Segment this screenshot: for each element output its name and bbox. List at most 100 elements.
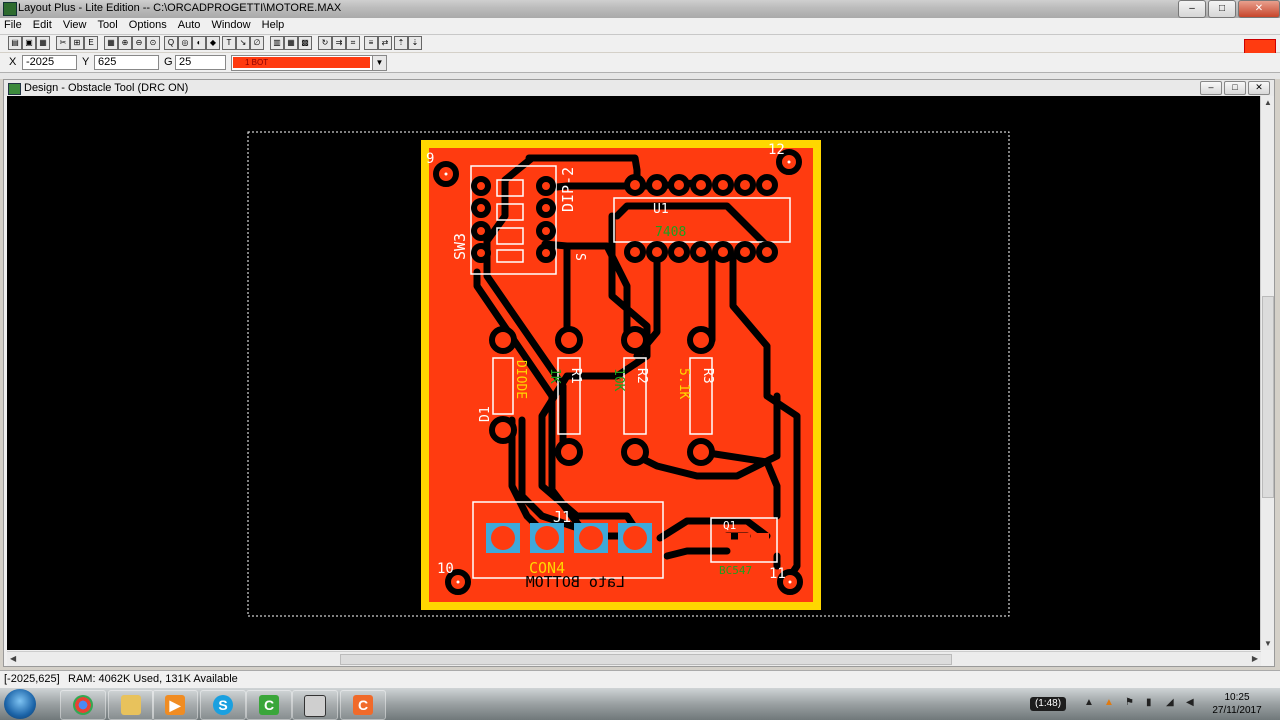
- design-window-title: Design - Obstacle Tool (DRC ON): [24, 82, 189, 94]
- toolbar-tool-10-icon[interactable]: ⊙: [146, 36, 160, 50]
- app-icon: [3, 2, 17, 16]
- horizontal-scrollbar[interactable]: ◀ ▶: [7, 651, 1261, 666]
- menu-view[interactable]: View: [59, 18, 91, 32]
- g-label: G: [164, 56, 173, 68]
- toolbar-tool-8-icon[interactable]: ⊕: [118, 36, 132, 50]
- child-close-button[interactable]: ✕: [1248, 81, 1270, 95]
- toolbar-tool-4-icon[interactable]: ✂: [56, 36, 70, 50]
- orcad-layout-icon[interactable]: [292, 690, 338, 720]
- dip-label: DIP-2: [559, 167, 577, 212]
- chevron-down-icon[interactable]: ▼: [372, 56, 386, 70]
- network-icon[interactable]: ◢: [1166, 698, 1176, 708]
- camtasia-icon[interactable]: C: [246, 690, 292, 720]
- scroll-right-icon[interactable]: ▶: [1252, 654, 1258, 663]
- toolbar-tool-12-icon[interactable]: ◎: [178, 36, 192, 50]
- status-bar: [-2025,625] RAM: 4062K Used, 131K Availa…: [0, 670, 1280, 688]
- minimize-button[interactable]: –: [1178, 0, 1206, 18]
- menu-edit[interactable]: Edit: [29, 18, 56, 32]
- close-button[interactable]: ✕: [1238, 0, 1280, 18]
- toolbar-tool-19-icon[interactable]: ▦: [284, 36, 298, 50]
- maximize-button[interactable]: □: [1208, 0, 1236, 18]
- x-label: X: [9, 56, 17, 68]
- window-title: Layout Plus - Lite Edition -- C:\ORCADPR…: [18, 2, 342, 14]
- toolbar-tool-2-icon[interactable]: ▣: [22, 36, 36, 50]
- pcb-canvas[interactable]: 9 12 10 11 U1 J1 Q1 DIP-2 SW3 S R1 R2 R3…: [7, 96, 1261, 650]
- menu-auto[interactable]: Auto: [174, 18, 205, 32]
- toolbar-tool-23-icon[interactable]: ⌗: [346, 36, 360, 50]
- q1-label: Q1: [723, 519, 736, 532]
- toolbar-tool-21-icon[interactable]: ↻: [318, 36, 332, 50]
- menu-tool[interactable]: Tool: [94, 18, 122, 32]
- menu-bar: File Edit View Tool Options Auto Window …: [0, 18, 1280, 35]
- toolbar-tool-26-icon[interactable]: ⇡: [394, 36, 408, 50]
- window-controls: – □ ✕: [1176, 0, 1280, 18]
- volume-icon[interactable]: ◀: [1186, 698, 1196, 708]
- toolbar-tool-7-icon[interactable]: ▦: [104, 36, 118, 50]
- toolbar-tool-5-icon[interactable]: ⊞: [70, 36, 84, 50]
- menu-options[interactable]: Options: [125, 18, 171, 32]
- q1-value: BC547: [719, 564, 752, 577]
- toolbar-tool-11-icon[interactable]: Q: [164, 36, 178, 50]
- d1-value: DIODE: [513, 360, 528, 399]
- toolbar-tool-16-icon[interactable]: ↘: [236, 36, 250, 50]
- toolbar: ▤ ▣ ▦ ✂ ⊞ E ▦ ⊕ ⊖ ⊙ Q ◎ ◐ ◆ T ↘ ∅ ▥ ▦ ▩ ↻ ⇉ ⌗ ≡ ⇄ ⇡ ⇣: [0, 35, 1280, 52]
- toolbar-tool-13-icon[interactable]: ◐: [192, 36, 206, 50]
- horizontal-scroll-thumb[interactable]: [340, 654, 952, 665]
- toolbar-tool-17-icon[interactable]: ∅: [250, 36, 264, 50]
- toolbar-tool-14-icon[interactable]: ◆: [206, 36, 220, 50]
- battery-icon[interactable]: ▮: [1146, 698, 1156, 708]
- toolbar-tool-20-icon[interactable]: ▩: [298, 36, 312, 50]
- chrome-icon[interactable]: [60, 690, 106, 720]
- toolbar-tool-18-icon[interactable]: ▥: [270, 36, 284, 50]
- flag-icon[interactable]: ⚑: [1125, 698, 1135, 708]
- media-player-icon[interactable]: ▶: [152, 690, 198, 720]
- switch-s-label: S: [572, 253, 587, 261]
- corner-label-11: 11: [769, 566, 786, 582]
- menu-window[interactable]: Window: [207, 18, 254, 32]
- vertical-scrollbar[interactable]: ▲ ▼: [1260, 96, 1274, 650]
- layer-select[interactable]: 1 BOT ▼: [231, 55, 387, 71]
- status-position: [-2025,625]: [4, 673, 60, 685]
- toolbar-tool-27-icon[interactable]: ⇣: [408, 36, 422, 50]
- menu-help[interactable]: Help: [258, 18, 289, 32]
- child-minimize-button[interactable]: –: [1200, 81, 1222, 95]
- skype-icon[interactable]: S: [200, 690, 246, 720]
- bottom-layer-text: Lato BOTTOM: [526, 573, 625, 591]
- r3-label: R3: [700, 368, 715, 384]
- folder-icon[interactable]: [108, 690, 154, 720]
- child-maximize-button[interactable]: □: [1224, 81, 1246, 95]
- menu-file[interactable]: File: [0, 18, 26, 32]
- battery-timer[interactable]: (1:48): [1030, 697, 1066, 711]
- scroll-down-icon[interactable]: ▼: [1264, 639, 1272, 648]
- toolbar-tool-9-icon[interactable]: ⊖: [132, 36, 146, 50]
- y-field[interactable]: 625: [94, 55, 159, 70]
- camtasia-recorder-icon[interactable]: C: [340, 690, 386, 720]
- toolbar-tool-6-icon[interactable]: E: [84, 36, 98, 50]
- scroll-left-icon[interactable]: ◀: [10, 654, 16, 663]
- y-label: Y: [82, 56, 90, 68]
- r1-label: R1: [568, 368, 583, 384]
- start-button[interactable]: [4, 689, 36, 719]
- show-hidden-icons-icon[interactable]: ▲: [1084, 698, 1094, 708]
- vertical-scroll-thumb[interactable]: [1262, 296, 1274, 498]
- design-window: Design - Obstacle Tool (DRC ON) – □ ✕ 9 …: [3, 79, 1275, 667]
- toolbar-tool-1-icon[interactable]: ▤: [8, 36, 22, 50]
- scroll-up-icon[interactable]: ▲: [1264, 98, 1272, 107]
- clock[interactable]: 10:25 27/11/2017: [1206, 691, 1268, 717]
- toolbar-tool-24-icon[interactable]: ≡: [364, 36, 378, 50]
- design-window-icon: [8, 83, 21, 95]
- pcb-drawing: 9 12 10 11 U1 J1 Q1 DIP-2 SW3 S R1 R2 R3…: [247, 131, 1010, 617]
- clock-date: 27/11/2017: [1212, 705, 1262, 716]
- u1-label: U1: [653, 202, 669, 217]
- toolbar-tool-22-icon[interactable]: ⇉: [332, 36, 346, 50]
- grid-field[interactable]: 25: [175, 55, 226, 70]
- taskbar: ▶ S C C (1:48) ▲ ▲ ⚑ ▮ ◢ ◀ 10:25 27/11/2…: [0, 688, 1280, 720]
- r1-value: 1K: [547, 368, 562, 384]
- sw3-label: SW3: [451, 233, 469, 260]
- corner-label-9: 9: [426, 151, 434, 167]
- toolbar-tool-25-icon[interactable]: ⇄: [378, 36, 392, 50]
- toolbar-tool-15-icon[interactable]: T: [222, 36, 236, 50]
- vlc-icon[interactable]: ▲: [1104, 698, 1114, 708]
- toolbar-tool-3-icon[interactable]: ▦: [36, 36, 50, 50]
- x-field[interactable]: -2025: [22, 55, 77, 70]
